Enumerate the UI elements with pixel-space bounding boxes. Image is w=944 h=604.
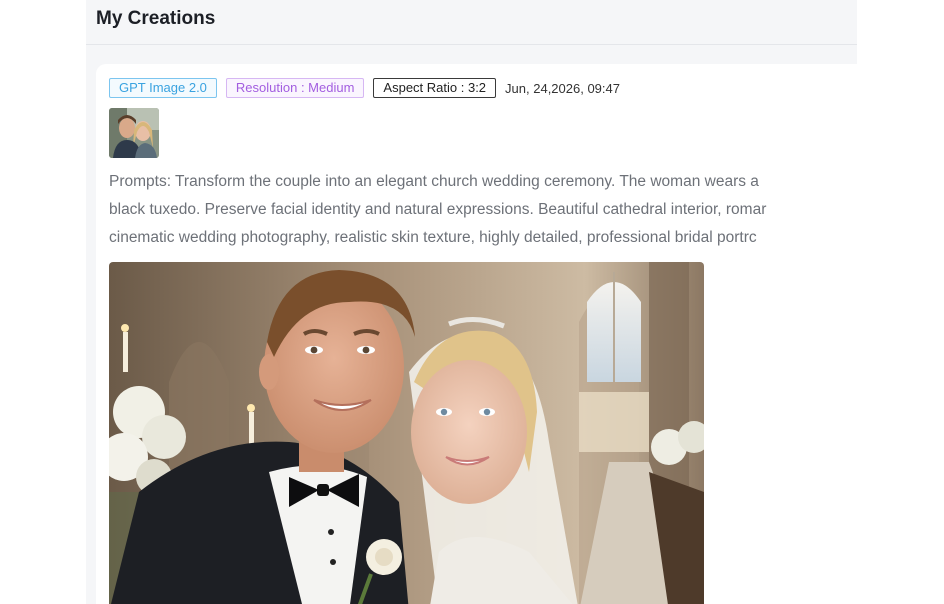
- prompt-text: Prompts: Transform the couple into an el…: [109, 168, 857, 252]
- couple-thumbnail-image: [109, 108, 159, 158]
- wedding-photo-image: [109, 262, 704, 604]
- resolution-tag: Resolution : Medium: [225, 78, 365, 98]
- reference-image-thumbnail[interactable]: [109, 108, 159, 158]
- prompt-line: black tuxedo. Preserve facial identity a…: [109, 201, 767, 218]
- model-tag: GPT Image 2.0: [109, 78, 217, 98]
- creation-card: GPT Image 2.0 Resolution : Medium Aspect…: [96, 64, 857, 604]
- creation-meta: GPT Image 2.0 Resolution : Medium Aspect…: [109, 78, 620, 98]
- page-header: My Creations: [86, 0, 857, 45]
- prompt-line: cinematic wedding photography, realistic…: [109, 229, 757, 246]
- creations-panel: My Creations GPT Image 2.0 Resolution : …: [86, 0, 857, 604]
- aspect-ratio-tag: Aspect Ratio : 3:2: [373, 78, 497, 98]
- prompt-line: Prompts: Transform the couple into an el…: [109, 173, 759, 190]
- generated-image[interactable]: [109, 262, 704, 604]
- creation-date: Jun, 24,2026, 09:47: [505, 80, 620, 96]
- page-title: My Creations: [96, 8, 216, 29]
